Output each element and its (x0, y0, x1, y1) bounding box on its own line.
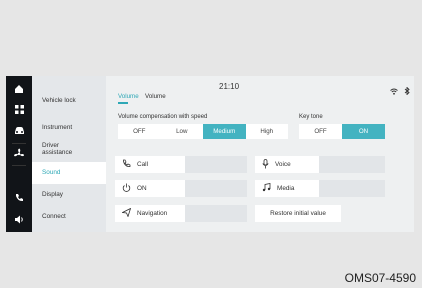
sound-settings-panel: 21:10 Volume Volume Volume compensation … (106, 76, 414, 232)
option-low[interactable]: Low (161, 124, 204, 139)
speaker-icon[interactable] (11, 215, 27, 229)
rail-divider (12, 165, 26, 166)
option-medium[interactable]: Medium (203, 124, 246, 139)
key-tone-on[interactable]: ON (342, 124, 385, 139)
infotainment-screen: Vehicle lock Instrument Driver assistanc… (6, 76, 414, 232)
voice-volume-tile[interactable]: Voice (255, 156, 385, 173)
active-tab-indicator (118, 102, 128, 104)
figure-code: OMS07-4590 (344, 271, 416, 285)
menu-item-label: Display (42, 191, 63, 199)
key-tone-selector: OFF ON (299, 124, 385, 139)
tile-label: Call (137, 161, 149, 168)
rail-divider (12, 143, 26, 144)
menu-item-label: Vehicle lock (42, 97, 76, 105)
home-icon[interactable] (11, 84, 27, 98)
left-icon-rail (6, 76, 32, 232)
menu-item-driver-assistance[interactable]: Driver assistance (32, 138, 106, 160)
navigation-arrow-icon (115, 207, 137, 219)
menu-item-instrument[interactable]: Instrument (32, 117, 106, 139)
car-icon[interactable] (11, 126, 27, 140)
wifi-icon (390, 82, 398, 100)
tab-volume[interactable]: Volume (145, 93, 166, 100)
phone-icon[interactable] (11, 193, 27, 207)
fan-icon[interactable] (11, 148, 27, 162)
key-tone-off[interactable]: OFF (299, 124, 342, 139)
clock: 21:10 (219, 82, 240, 91)
menu-item-display[interactable]: Display (32, 184, 106, 206)
phone-icon (115, 159, 137, 170)
volume-compensation-label: Volume compensation with speed (118, 114, 208, 120)
menu-item-label: Instrument (42, 124, 73, 132)
call-volume-tile[interactable]: Call (115, 156, 247, 173)
option-high[interactable]: High (246, 124, 289, 139)
tab-volume-active[interactable]: Volume (118, 93, 139, 100)
menu-item-label: Driver assistance (42, 141, 73, 157)
microphone-icon (255, 158, 275, 171)
tile-label: Media (277, 185, 295, 192)
bluetooth-icon (404, 82, 410, 100)
apps-grid-icon[interactable] (11, 105, 27, 119)
option-off[interactable]: OFF (118, 124, 161, 139)
menu-item-label: Sound (42, 169, 61, 177)
power-icon (115, 183, 137, 194)
power-volume-tile[interactable]: ON (115, 180, 247, 197)
tile-label: Voice (275, 161, 291, 168)
tile-label: ON (137, 185, 147, 192)
tile-label: Navigation (137, 210, 168, 217)
menu-item-vehicle-lock[interactable]: Vehicle lock (32, 90, 106, 112)
music-note-icon (255, 183, 277, 194)
navigation-volume-tile[interactable]: Navigation (115, 205, 247, 222)
settings-menu: Vehicle lock Instrument Driver assistanc… (32, 76, 106, 232)
restore-initial-value-button[interactable]: Restore initial value (255, 205, 341, 222)
media-volume-tile[interactable]: Media (255, 180, 385, 197)
menu-item-connect[interactable]: Connect (32, 206, 106, 228)
menu-item-label: Connect (42, 213, 66, 221)
key-tone-label: Key tone (299, 114, 323, 120)
volume-compensation-selector: OFF Low Medium High (118, 124, 288, 139)
menu-item-sound[interactable]: Sound (32, 162, 106, 184)
